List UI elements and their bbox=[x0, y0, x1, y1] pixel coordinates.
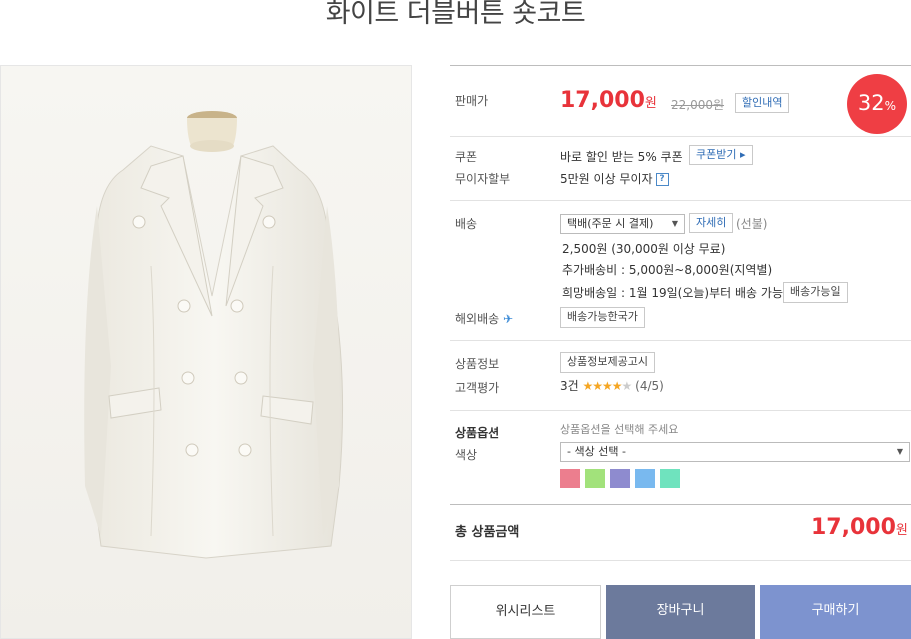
overseas-label: 해외배송 ✈ bbox=[455, 312, 514, 326]
discount-detail-button[interactable]: 할인내역 bbox=[735, 93, 790, 113]
coupon-text: 바로 할인 받는 5% 쿠폰 bbox=[560, 150, 683, 164]
shipping-available-button[interactable]: 배송가능일 bbox=[783, 282, 848, 303]
buy-button[interactable]: 구매하기 bbox=[760, 585, 911, 639]
sale-price: 17,000원 bbox=[560, 88, 657, 113]
color-swatch[interactable] bbox=[660, 469, 680, 488]
installment-text: 5만원 이상 무이자? bbox=[560, 171, 669, 187]
options-hint: 상품옵션을 선택해 주세요 bbox=[560, 423, 679, 436]
help-icon[interactable]: ? bbox=[655, 173, 669, 186]
color-swatch[interactable] bbox=[585, 469, 605, 488]
total-price: 17,000원 bbox=[811, 515, 908, 540]
shipping-method-select[interactable]: 택배(주문 시 결제) ▼ bbox=[560, 214, 685, 234]
airplane-icon: ✈ bbox=[503, 312, 514, 326]
dropdown-arrow-icon: ▼ bbox=[671, 219, 678, 228]
shipping-label: 배송 bbox=[455, 217, 478, 231]
installment-label: 무이자할부 bbox=[455, 172, 511, 186]
coat-photo bbox=[84, 111, 344, 559]
coupon-download-button[interactable]: 쿠폰받기 ▸ bbox=[689, 145, 753, 165]
coupon-label: 쿠폰 bbox=[455, 150, 478, 164]
wishlist-button[interactable]: 위시리스트 bbox=[450, 585, 601, 639]
original-price: 22,000원 bbox=[671, 98, 725, 112]
review-summary[interactable]: 3건 ★★★★★ (4/5) bbox=[560, 378, 664, 394]
color-select[interactable]: - 색상 선택 - ▼ bbox=[560, 442, 910, 462]
dropdown-arrow-icon: ▼ bbox=[896, 447, 903, 456]
product-title: 화이트 더블버튼 숏코트 bbox=[325, 0, 586, 29]
total-label: 총 상품금액 bbox=[455, 525, 520, 540]
discount-badge: 32% bbox=[847, 74, 907, 134]
product-info-label: 상품정보 bbox=[455, 357, 500, 371]
overseas-countries-button[interactable]: 배송가능한국가 bbox=[560, 307, 645, 328]
shipping-extra: 추가배송비 : 5,000원~8,000원(지역별) bbox=[562, 263, 773, 277]
review-label: 고객평가 bbox=[455, 381, 500, 395]
color-swatch[interactable] bbox=[610, 469, 630, 488]
shipping-detail-button[interactable]: 자세히 bbox=[689, 213, 734, 233]
product-notice-button[interactable]: 상품정보제공고시 bbox=[560, 352, 655, 373]
options-label: 상품옵션 bbox=[455, 426, 500, 440]
cart-button[interactable]: 장바구니 bbox=[606, 585, 755, 639]
shipping-wish-date: 희망배송일 : 1월 19일(오늘)부터 배송 가능 bbox=[562, 286, 783, 300]
color-swatch[interactable] bbox=[560, 469, 580, 488]
shipping-prepaid: (선불) bbox=[736, 217, 768, 231]
color-swatch[interactable] bbox=[635, 469, 655, 488]
product-image bbox=[0, 65, 412, 639]
rating-stars: ★★★★★ bbox=[582, 379, 633, 393]
price-label: 판매가 bbox=[455, 94, 489, 108]
color-label: 색상 bbox=[455, 448, 478, 462]
shipping-fee: 2,500원 (30,000원 이상 무료) bbox=[562, 242, 726, 256]
